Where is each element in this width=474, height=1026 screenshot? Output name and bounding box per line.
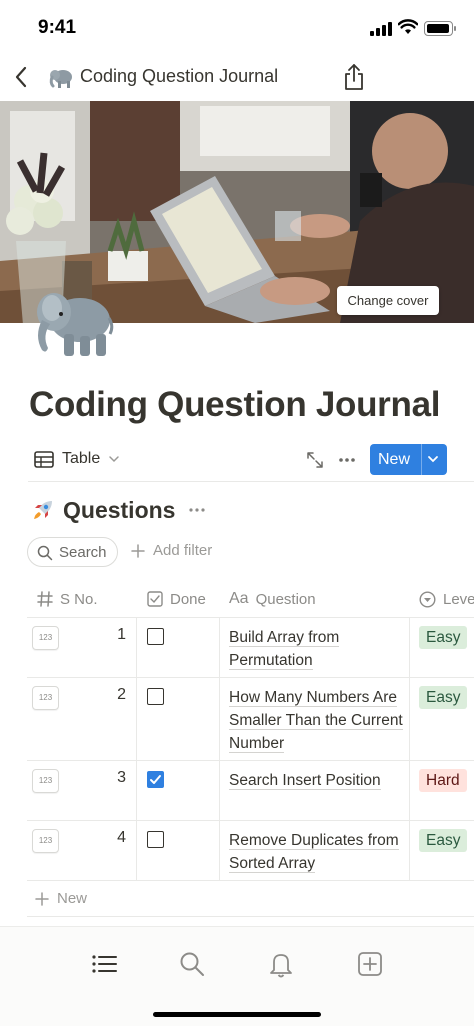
elephant-icon [49,70,72,88]
list-icon[interactable] [89,949,119,979]
table-row[interactable]: 123 2 How Many Numbers Are Smaller Than … [27,678,474,761]
add-row-button[interactable]: New [27,881,474,917]
cell-s-no[interactable]: 123 2 [27,678,137,760]
cell-s-no[interactable]: 123 4 [27,821,137,880]
column-header-question[interactable]: Aa Question [229,580,316,618]
cell-level[interactable]: Easy [410,618,474,677]
new-record-button[interactable]: New [370,444,447,475]
question-text: How Many Numbers Are Smaller Than the Cu… [229,689,403,753]
search-icon [37,545,53,561]
table-row[interactable]: 123 1 Build Array from Permutation Easy [27,618,474,678]
number-type-badge: 123 [32,829,59,853]
cell-level[interactable]: Hard [410,761,474,820]
cell-question[interactable]: How Many Numbers Are Smaller Than the Cu… [220,678,410,760]
bell-icon[interactable] [266,949,296,979]
table-header: S No. Done Aa Question Leve [27,580,474,618]
question-text: Remove Duplicates from Sorted Array [229,832,399,873]
plus-icon [35,891,49,906]
database-header: Questions [32,494,206,526]
add-row-label: New [57,890,88,907]
change-cover-button[interactable]: Change cover [337,286,439,315]
more-options-icon[interactable] [188,501,206,519]
done-checkbox[interactable] [147,688,164,705]
table-row[interactable]: 123 3 Search Insert Position Hard [27,761,474,821]
more-options-icon[interactable] [337,450,357,470]
column-label: S No. [60,590,98,608]
questions-table: S No. Done Aa Question Leve 123 1 Build … [27,580,474,917]
add-filter-button[interactable]: Add filter [131,542,212,559]
column-header-done[interactable]: Done [147,580,206,618]
cell-done [137,618,220,677]
nav-title: Coding Question Journal [80,66,279,86]
s-no-value: 2 [117,686,126,703]
cell-question[interactable]: Search Insert Position [220,761,410,820]
battery-icon [424,21,456,36]
share-icon[interactable] [342,62,366,92]
level-tag: Easy [419,829,468,852]
expand-icon[interactable] [305,450,325,470]
status-time: 9:41 [38,17,77,38]
plus-icon [131,543,145,558]
home-indicator [153,1012,321,1017]
cell-done [137,761,220,820]
cell-s-no[interactable]: 123 1 [27,618,137,677]
cellular-signal-icon [370,22,392,36]
view-switcher[interactable]: Table [34,450,120,468]
status-bar: 9:41 [0,0,474,56]
elephant-icon[interactable] [28,284,114,360]
search-label: Search [59,544,107,561]
cell-question[interactable]: Build Array from Permutation [220,618,410,677]
wifi-icon [398,19,418,34]
cell-done [137,821,220,880]
done-checkbox[interactable] [147,831,164,848]
level-tag: Hard [419,769,467,792]
column-header-s-no[interactable]: S No. [37,580,98,618]
done-checkbox[interactable] [147,771,164,788]
s-no-value: 3 [117,769,126,786]
select-icon [419,590,436,608]
search-button[interactable]: Search [27,537,118,567]
level-tag: Easy [419,626,468,649]
cell-s-no[interactable]: 123 3 [27,761,137,820]
page-title[interactable]: Coding Question Journal [29,385,440,425]
column-label: Done [170,590,206,608]
number-type-badge: 123 [32,769,59,793]
number-type-badge: 123 [32,626,59,650]
table-row[interactable]: 123 4 Remove Duplicates from Sorted Arra… [27,821,474,881]
s-no-value: 4 [117,829,126,846]
database-title[interactable]: Questions [63,497,175,524]
back-chevron-icon[interactable] [10,63,34,91]
chevron-down-icon[interactable] [426,453,440,465]
cell-question[interactable]: Remove Duplicates from Sorted Array [220,821,410,880]
new-page-icon[interactable] [355,949,385,979]
level-tag: Easy [419,686,468,709]
bottom-tab-bar [0,926,474,1026]
done-checkbox[interactable] [147,628,164,645]
question-text: Build Array from Permutation [229,629,340,670]
table-icon [34,450,54,468]
checkbox-icon [147,591,163,607]
cell-level[interactable]: Easy [410,678,474,760]
database-view-bar: Table New [28,440,474,482]
view-label: Table [62,450,101,467]
column-label: Leve [443,590,474,608]
column-label: Question [255,590,316,608]
column-header-level[interactable]: Leve [419,580,474,618]
chevron-down-icon [109,456,119,463]
number-type-badge: 123 [32,686,59,710]
hash-icon [37,591,53,607]
cell-done [137,678,220,760]
checkmark-icon [150,775,161,784]
cell-level[interactable]: Easy [410,821,474,880]
s-no-value: 1 [117,626,126,643]
search-icon[interactable] [177,949,207,979]
navigation-bar: Coding Question Journal [0,56,474,100]
add-filter-label: Add filter [153,542,213,559]
new-button-label: New [378,451,411,468]
new-button-divider [421,444,422,475]
text-icon: Aa [229,590,249,607]
rocket-icon [34,501,52,519]
question-text: Search Insert Position [229,772,381,790]
